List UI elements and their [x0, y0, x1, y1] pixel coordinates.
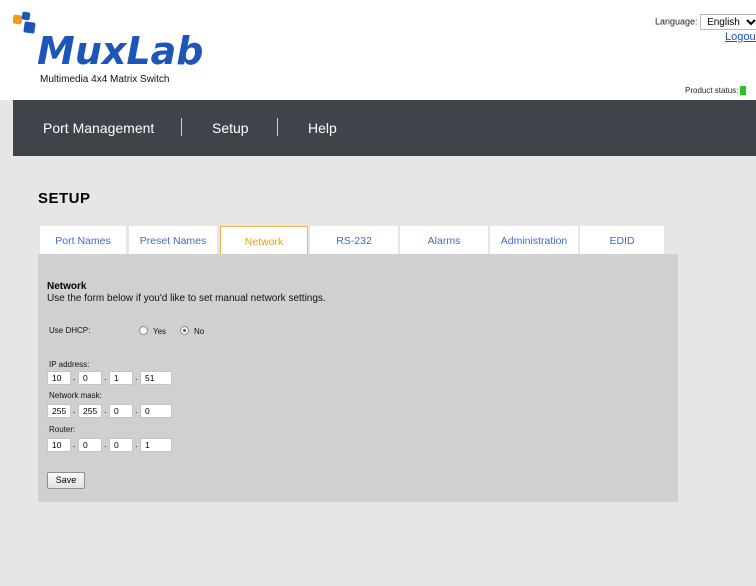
logo-mark-icon: [13, 11, 36, 34]
product-status: Product status:: [685, 86, 747, 96]
network-description: Use the form below if you'd like to set …: [47, 293, 326, 304]
dhcp-yes-radio[interactable]: [139, 326, 148, 335]
network-section-title: Network: [47, 281, 87, 292]
octet-separator: .: [73, 405, 76, 415]
octet-separator: .: [135, 405, 138, 415]
mask-octet-4[interactable]: 0: [140, 404, 172, 418]
dhcp-yes-label: Yes: [153, 327, 167, 336]
language-selector: Language: English: [655, 14, 756, 30]
dhcp-label: Use DHCP:: [49, 326, 91, 335]
octet-separator: .: [104, 372, 107, 382]
tab-alarms[interactable]: Alarms: [400, 226, 488, 254]
dhcp-no-label: No: [194, 327, 205, 336]
octet-separator: .: [104, 405, 107, 415]
logout-link[interactable]: Logout: [725, 31, 756, 43]
header: MuxLab Multimedia 4x4 Matrix Switch Lang…: [0, 0, 756, 100]
main-nav: Port Management Setup Help: [13, 100, 756, 156]
save-button[interactable]: Save: [47, 472, 85, 489]
mask-octet-1[interactable]: 255: [47, 404, 71, 418]
router-label: Router:: [49, 425, 76, 434]
page-title: SETUP: [38, 190, 91, 207]
tab-network[interactable]: Network: [220, 226, 308, 255]
octet-separator: .: [104, 439, 107, 449]
device-subtitle: Multimedia 4x4 Matrix Switch: [40, 74, 170, 85]
tab-port-names[interactable]: Port Names: [40, 226, 126, 254]
ip-address-label: IP address:: [49, 360, 90, 369]
brand-wordmark: MuxLab: [37, 29, 203, 72]
tab-rs-232[interactable]: RS-232: [310, 226, 398, 254]
mask-octet-3[interactable]: 0: [109, 404, 133, 418]
tab-preset-names[interactable]: Preset Names: [129, 226, 217, 254]
ip-octet-3[interactable]: 1: [109, 371, 133, 385]
nav-help[interactable]: Help: [308, 120, 337, 136]
language-label: Language:: [655, 16, 698, 27]
nav-setup[interactable]: Setup: [212, 120, 249, 136]
nav-divider: [181, 118, 182, 136]
ip-octet-4[interactable]: 51: [140, 371, 172, 385]
language-select[interactable]: English: [700, 14, 756, 30]
router-octet-4[interactable]: 1: [140, 438, 172, 452]
mask-octet-2[interactable]: 255: [78, 404, 102, 418]
router-octet-3[interactable]: 0: [109, 438, 133, 452]
router-octet-1[interactable]: 10: [47, 438, 71, 452]
network-mask-label: Network mask:: [49, 391, 102, 400]
network-panel: [38, 254, 678, 502]
nav-port-management[interactable]: Port Management: [43, 120, 154, 136]
octet-separator: .: [135, 439, 138, 449]
muxlab-logo: MuxLab: [13, 11, 203, 72]
octet-separator: .: [135, 372, 138, 382]
ip-octet-2[interactable]: 0: [78, 371, 102, 385]
router-octet-2[interactable]: 0: [78, 438, 102, 452]
ip-octet-1[interactable]: 10: [47, 371, 71, 385]
octet-separator: .: [73, 372, 76, 382]
octet-separator: .: [73, 439, 76, 449]
tab-administration[interactable]: Administration: [490, 226, 578, 254]
product-status-label: Product status:: [685, 86, 739, 95]
nav-divider: [277, 118, 278, 136]
tab-edid[interactable]: EDID: [580, 226, 664, 254]
status-led-icon: [740, 86, 747, 96]
dhcp-no-radio[interactable]: [180, 326, 189, 335]
